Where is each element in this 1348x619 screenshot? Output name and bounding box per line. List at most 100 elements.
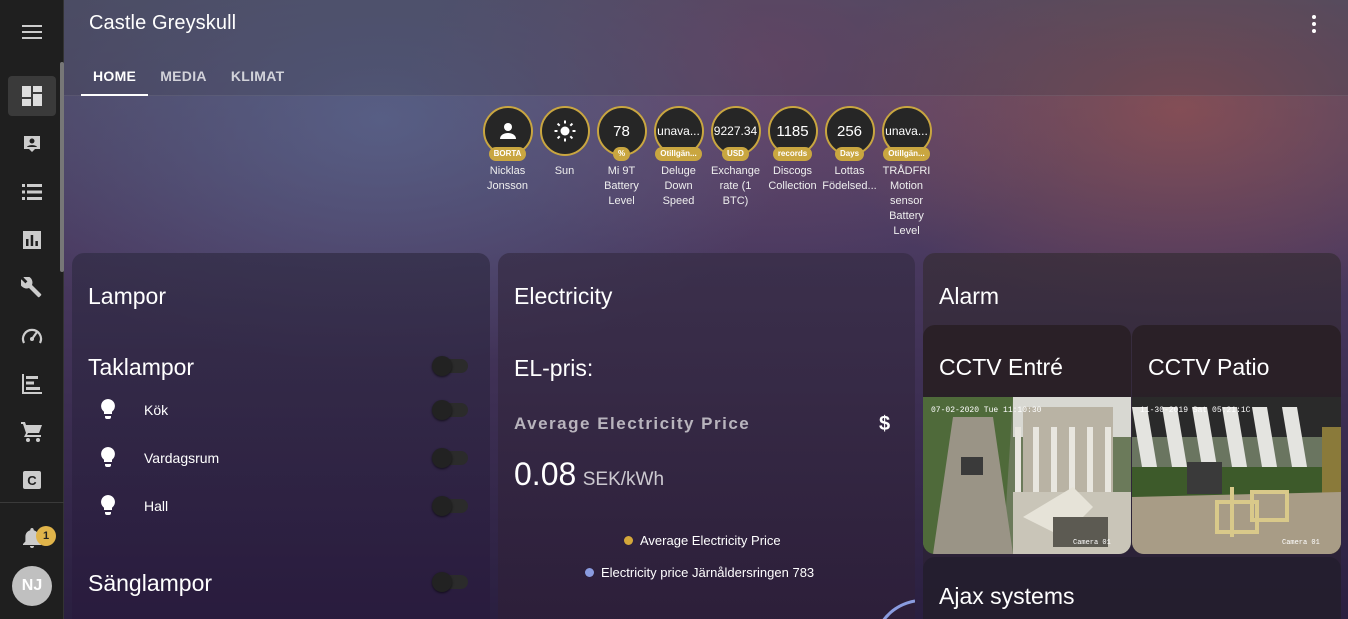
electricity-card: Electricity EL-pris: Average Electricity… bbox=[498, 253, 915, 619]
sidebar-divider bbox=[0, 502, 64, 503]
svg-text:C: C bbox=[27, 473, 37, 488]
toggle-knob bbox=[432, 572, 452, 592]
camera-label: Camera 01 bbox=[1073, 539, 1111, 547]
lightbulb-icon bbox=[101, 495, 115, 515]
entity-name[interactable]: Kök bbox=[144, 402, 168, 418]
menu-button[interactable] bbox=[0, 0, 64, 64]
group-title: Taklampor bbox=[88, 354, 195, 380]
sidebar-item-timeline[interactable] bbox=[0, 360, 64, 408]
badge-unit: BORTA bbox=[488, 147, 527, 161]
badge-person[interactable]: BORTA Nicklas Jonsson bbox=[479, 106, 536, 239]
card-title: Lampor bbox=[88, 283, 166, 309]
lampor-card: Lampor Taklampor Kök Vardagsrum Hall Sän… bbox=[72, 253, 490, 619]
badge-discogs[interactable]: 1185 records Discogs Collection bbox=[764, 106, 821, 239]
badge-birthday[interactable]: 256 Days Lottas Födelsed... bbox=[821, 106, 878, 239]
sidebar-item-energy[interactable] bbox=[0, 312, 64, 360]
sensor-state: 0.08 SEK/kWh bbox=[514, 456, 664, 493]
card-title: Ajax systems bbox=[939, 583, 1075, 609]
badge-deluge[interactable]: unava... Otillgän... Deluge Down Speed bbox=[650, 106, 707, 239]
camera-card-entre[interactable]: CCTV Entré 07-02-2020 Tue 11:10:30 Camer… bbox=[923, 325, 1131, 554]
camera-image-entre: 07-02-2020 Tue 11:10:30 Camera 01 bbox=[923, 397, 1131, 554]
toggle-kok[interactable] bbox=[432, 400, 468, 420]
badge-exchange[interactable]: 9227.34 USD Exchange rate (1 BTC) bbox=[707, 106, 764, 239]
toggle-hall[interactable] bbox=[432, 496, 468, 516]
toggle-knob bbox=[432, 496, 452, 516]
page-title: Castle Greyskull bbox=[89, 12, 237, 34]
group-title: Sänglampor bbox=[88, 570, 213, 596]
entity-name[interactable]: Hall bbox=[144, 498, 168, 514]
badge-battery[interactable]: 78 % Mi 9T Battery Level bbox=[593, 106, 650, 239]
app-header: Castle Greyskull HOME MEDIA KLIMAT bbox=[64, 0, 1348, 96]
legend-item[interactable]: Average Electricity Price bbox=[624, 533, 781, 548]
currency-icon: $ bbox=[879, 413, 891, 435]
toggle-knob bbox=[432, 356, 452, 376]
legend-label: Electricity price Järnåldersringen 783 bbox=[601, 565, 815, 580]
badge-name: Deluge Down Speed bbox=[661, 165, 696, 207]
toggle-knob bbox=[432, 400, 452, 420]
person-icon bbox=[499, 123, 516, 139]
badge-circle bbox=[539, 106, 590, 156]
chart-icon bbox=[23, 231, 41, 249]
sidebar-item-list[interactable] bbox=[0, 168, 64, 216]
sensor-unit: SEK/kWh bbox=[582, 469, 665, 490]
camera-timestamp: 11-30-2019 Sat 05:21:1C bbox=[1140, 406, 1251, 415]
gauge-icon bbox=[21, 328, 43, 344]
badge-unit: % bbox=[612, 147, 631, 161]
lightbulb-icon bbox=[101, 447, 115, 467]
group-toggle-sanglampor[interactable] bbox=[432, 572, 468, 592]
toggle-knob bbox=[432, 448, 452, 468]
card-subtitle: EL-pris: bbox=[514, 355, 594, 381]
sidebar-item-tools[interactable] bbox=[0, 264, 64, 312]
badge-name: Exchange rate (1 BTC) bbox=[711, 165, 760, 207]
view-tabs: HOME MEDIA KLIMAT bbox=[81, 56, 296, 96]
alarm-card: Alarm CCTV Entré 07-02-2020 Tue 11:10:30… bbox=[923, 253, 1341, 619]
state-badges: BORTA Nicklas Jonsson Sun 78 % Mi 9T Bat… bbox=[479, 106, 935, 239]
sidebar-item-history[interactable] bbox=[0, 216, 64, 264]
camera-timestamp: 07-02-2020 Tue 11:10:30 bbox=[931, 406, 1042, 415]
entity-name[interactable]: Vardagsrum bbox=[144, 450, 219, 466]
badge-unit: Otillgän... bbox=[655, 147, 702, 161]
badge-name: TRÅDFRI Motion sensor Battery Level bbox=[882, 165, 931, 237]
legend-item[interactable]: Electricity price Järnåldersringen 783 bbox=[585, 565, 814, 580]
badge-unit: Days bbox=[834, 147, 865, 161]
ajax-card: Ajax systems bbox=[923, 557, 1341, 619]
cart-icon bbox=[21, 422, 42, 442]
overflow-menu-button[interactable] bbox=[1302, 12, 1326, 36]
camera-title: CCTV Patio bbox=[1148, 354, 1270, 380]
badge-sun[interactable]: Sun bbox=[536, 106, 593, 239]
badge-unit: Otillgän... bbox=[883, 147, 930, 161]
badge-name: Nicklas Jonsson bbox=[487, 165, 528, 192]
badge-name: Discogs Collection bbox=[768, 165, 817, 192]
group-toggle-taklampor[interactable] bbox=[432, 356, 468, 376]
user-avatar[interactable]: NJ bbox=[12, 566, 52, 606]
menu-icon bbox=[22, 25, 42, 39]
tab-media[interactable]: MEDIA bbox=[148, 56, 219, 96]
camera-title: CCTV Entré bbox=[939, 354, 1063, 380]
notifications-button[interactable]: 1 bbox=[8, 514, 56, 562]
legend-dot bbox=[585, 568, 594, 577]
sidebar-item-overview[interactable] bbox=[0, 72, 64, 120]
price-graph-line bbox=[882, 599, 915, 619]
toggle-vardagsrum[interactable] bbox=[432, 448, 468, 468]
sun-icon bbox=[554, 120, 575, 142]
badge-tradfri[interactable]: unava... Otillgän... TRÅDFRI Motion sens… bbox=[878, 106, 935, 239]
badge-name: Sun bbox=[554, 165, 575, 177]
sidebar-item-logbook[interactable] bbox=[0, 120, 64, 168]
badge-name: Lottas Födelsed... bbox=[822, 165, 877, 192]
camera-image-patio: 11-30-2019 Sat 05:21:1C Camera 01 bbox=[1132, 397, 1341, 554]
sidebar-item-custom[interactable]: C bbox=[0, 456, 64, 504]
c-box-icon: C bbox=[23, 471, 41, 489]
legend-dot bbox=[624, 536, 633, 545]
sensor-name: Average Electricity Price bbox=[514, 414, 751, 433]
more-vertical-icon bbox=[1312, 15, 1316, 33]
badge-unit: records bbox=[772, 147, 813, 161]
sidebar-item-shopping[interactable] bbox=[0, 408, 64, 456]
timeline-icon bbox=[22, 374, 42, 394]
card-title: Electricity bbox=[514, 283, 613, 309]
lightbulb-icon bbox=[101, 399, 115, 419]
tab-klimat[interactable]: KLIMAT bbox=[219, 56, 297, 96]
tab-home[interactable]: HOME bbox=[81, 56, 149, 96]
badge-name: Mi 9T Battery Level bbox=[604, 165, 639, 207]
notification-count-badge: 1 bbox=[36, 526, 56, 546]
camera-card-patio[interactable]: CCTV Patio 11-30-2019 Sat 05:21:1C Camer… bbox=[1132, 325, 1341, 554]
